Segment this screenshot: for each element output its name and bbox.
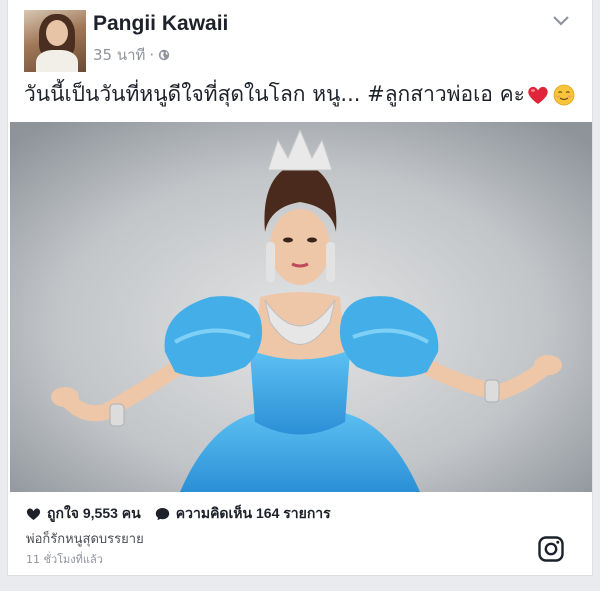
author-name[interactable]: Pangii Kawaii [93, 12, 228, 36]
meta-separator: · [149, 46, 155, 64]
embed-timestamp[interactable]: 11 ชั่วโมงที่แล้ว [26, 550, 103, 568]
heart-icon[interactable] [26, 507, 41, 521]
post-message: วันนี้เป็นวันที่หนูดีใจที่สุดในโลก หนู..… [24, 82, 525, 106]
post-photo[interactable] [10, 122, 592, 492]
post-card: Pangii Kawaii 35 นาที · วันนี้เป็นวันที่… [7, 0, 593, 576]
chevron-down-icon[interactable] [552, 14, 570, 28]
comment-icon[interactable] [155, 507, 170, 521]
post-meta: 35 นาที · [93, 43, 170, 67]
likes-count[interactable]: ถูกใจ 9,553 คน [47, 503, 141, 525]
post-text: วันนี้เป็นวันที่หนูดีใจที่สุดในโลก หนู..… [24, 78, 575, 111]
comments-count[interactable]: ความคิดเห็น 164 รายการ [176, 503, 331, 525]
instagram-icon[interactable] [538, 536, 564, 562]
author-avatar[interactable] [24, 10, 86, 72]
heart-emoji-icon [528, 86, 548, 104]
globe-icon [159, 49, 170, 61]
embed-stats: ถูกใจ 9,553 คน ความคิดเห็น 164 รายการ [26, 503, 331, 525]
relieved-face-emoji-icon [553, 84, 575, 105]
embed-caption: พ่อก็รักหนูสุดบรรยาย [26, 532, 144, 547]
post-time[interactable]: 35 นาที [93, 43, 145, 67]
